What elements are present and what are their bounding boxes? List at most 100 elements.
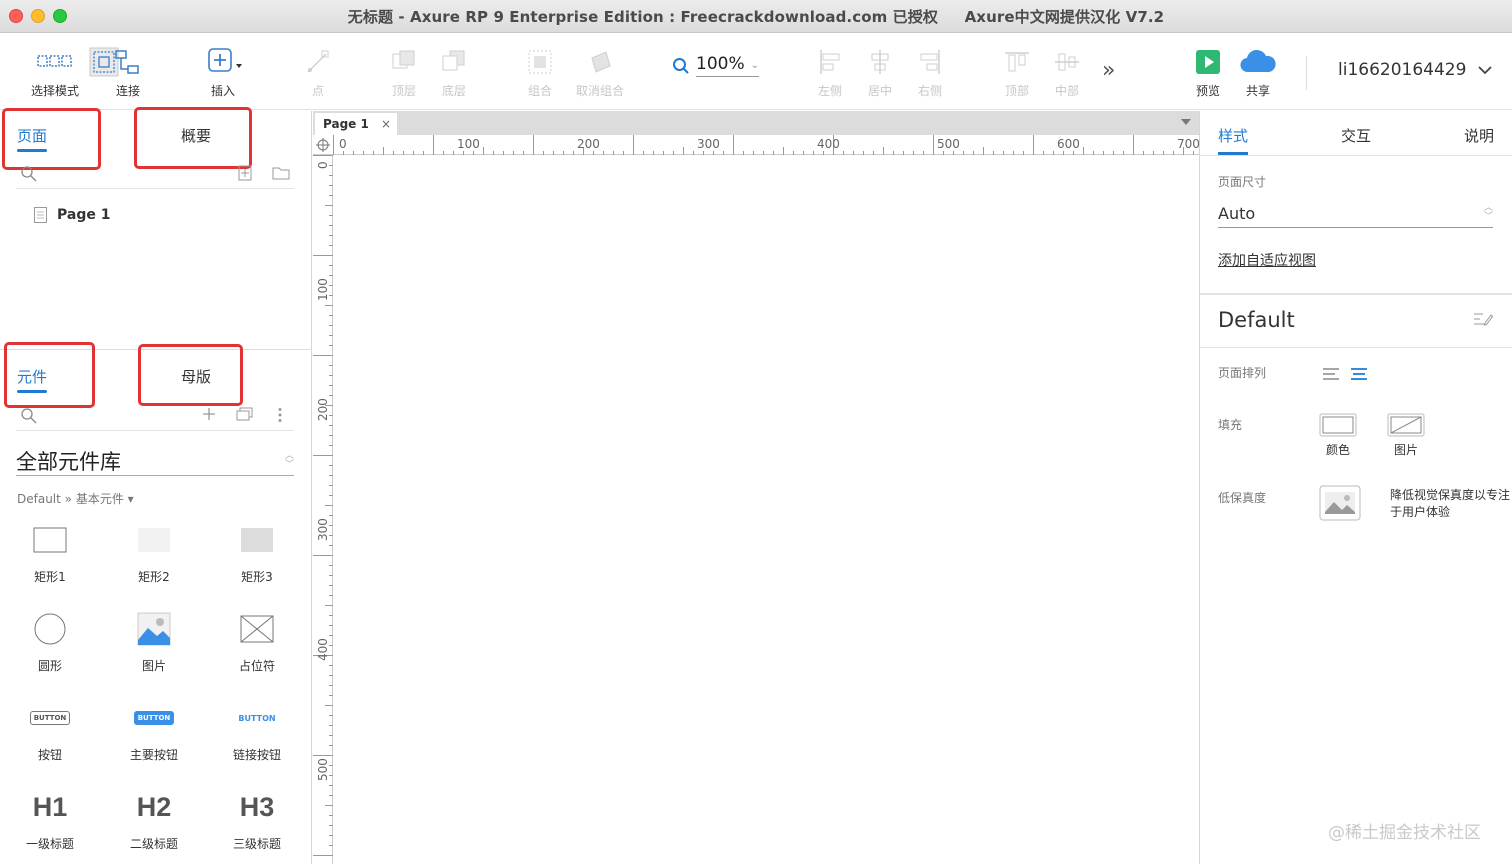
tab-notes[interactable]: 说明 (1464, 111, 1494, 155)
rectangle-filled-gray-icon (240, 520, 274, 560)
minimize-window-button[interactable] (31, 9, 45, 23)
align-left-label: 左侧 (817, 84, 842, 98)
design-canvas[interactable] (334, 156, 1199, 864)
bring-front-icon (390, 46, 418, 78)
group-button[interactable]: 组合 (510, 34, 570, 110)
add-library-icon[interactable] (202, 407, 216, 421)
maximize-window-button[interactable] (53, 9, 67, 23)
connect-button[interactable]: 连接 (98, 34, 158, 110)
library-select[interactable]: 全部元件库 ︿ ﹀ (16, 446, 294, 476)
ruler-horizontal: 0 100 200 300 400 500 600 700 (313, 135, 1200, 155)
widget-button[interactable]: BUTTON 按钮 (5, 698, 95, 778)
widget-rectangle2[interactable]: 矩形2 (109, 520, 199, 600)
send-to-back-button[interactable]: 底层 (424, 34, 484, 110)
point-button[interactable]: 点 (288, 34, 348, 110)
color-swatch-icon (1319, 413, 1357, 437)
zoom-select[interactable]: 100% ⌄ (672, 54, 759, 77)
page-size-select[interactable]: Auto ︿ ﹀ (1218, 204, 1493, 228)
align-right-button[interactable]: 右侧 (900, 34, 960, 110)
tab-interaction[interactable]: 交互 (1341, 111, 1371, 155)
fill-label: 填充 (1218, 418, 1243, 432)
library-path[interactable]: Default » 基本元件 ▾ (17, 490, 134, 507)
search-icon[interactable] (20, 407, 38, 425)
add-adaptive-view-link[interactable]: 添加自适应视图 (1218, 250, 1316, 270)
zoom-value: 100% (696, 54, 759, 77)
widget-rectangle3[interactable]: 矩形3 (212, 520, 302, 600)
right-panel: 样式 交互 说明 页面尺寸 Auto ︿ ﹀ 添加自适应视图 Default 页面… (1199, 111, 1512, 864)
ungroup-label: 取消组合 (575, 84, 624, 98)
page-tabs-strip: Page 1 × (313, 111, 1199, 135)
fill-image-button[interactable]: 图片 (1387, 413, 1425, 458)
widget-placeholder[interactable]: 占位符 (212, 609, 302, 689)
page-list-item[interactable]: Page 1 (34, 207, 110, 223)
low-fidelity-image-icon[interactable] (1319, 485, 1361, 521)
chevron-down-icon (1478, 66, 1493, 75)
toolbar-divider (1306, 56, 1307, 90)
tab-dropdown-icon[interactable] (1181, 119, 1191, 125)
edit-style-icon[interactable] (1473, 311, 1493, 327)
widget-label: 按钮 (37, 748, 62, 762)
add-page-icon[interactable] (238, 165, 252, 181)
insert-label: 插入 (210, 84, 235, 98)
insert-button[interactable]: 插入 (193, 34, 253, 110)
section-divider (1200, 293, 1512, 295)
link-button-icon: BUTTON (238, 698, 275, 738)
close-icon[interactable]: × (381, 113, 391, 135)
circle-icon (33, 609, 67, 649)
widget-circle[interactable]: 圆形 (5, 609, 95, 689)
widget-label: 占位符 (238, 659, 275, 673)
send-back-icon (440, 46, 468, 78)
heading1-icon: H1 (32, 791, 68, 822)
ungroup-button[interactable]: 取消组合 (570, 34, 630, 110)
heading3-icon: H3 (239, 791, 275, 822)
ruler-origin-icon[interactable] (316, 138, 330, 152)
widget-rectangle1[interactable]: 矩形1 (5, 520, 95, 600)
share-button[interactable]: 共享 (1228, 34, 1288, 110)
share-label: 共享 (1245, 84, 1270, 98)
widget-primary-button[interactable]: BUTTON 主要按钮 (109, 698, 199, 778)
page-tab-label: Page 1 (323, 117, 369, 131)
more-vertical-icon[interactable] (278, 407, 282, 423)
widget-link-button[interactable]: BUTTON 链接按钮 (212, 698, 302, 778)
widget-heading3[interactable]: H3 三级标题 (212, 787, 302, 867)
ruler-label: 400 (316, 638, 330, 661)
pages-tool-row (16, 161, 294, 189)
ruler-vertical: 0 100 200 300 400 500 (313, 155, 333, 864)
align-left-icon[interactable] (1322, 367, 1340, 381)
connect-icon (114, 46, 142, 78)
widget-label: 矩形3 (241, 570, 273, 584)
widget-image[interactable]: 图片 (109, 609, 199, 689)
fill-image-label: 图片 (1393, 443, 1418, 457)
search-icon[interactable] (20, 165, 38, 183)
add-folder-icon[interactable] (272, 165, 290, 181)
widget-heading1[interactable]: H1 一级标题 (5, 787, 95, 867)
more-tools-icon[interactable]: » (1102, 58, 1115, 83)
align-top-label: 顶部 (1004, 84, 1029, 98)
widget-heading2[interactable]: H2 二级标题 (109, 787, 199, 867)
point-icon (304, 46, 332, 78)
tab-style[interactable]: 样式 (1218, 111, 1249, 155)
fill-color-button[interactable]: 颜色 (1319, 413, 1357, 458)
widget-label: 二级标题 (129, 837, 178, 851)
ruler-label: 0 (316, 161, 330, 169)
page-size-value: Auto (1218, 204, 1256, 223)
widget-label: 圆形 (37, 659, 62, 673)
align-middle-button[interactable]: 中部 (1037, 34, 1097, 110)
page-tab[interactable]: Page 1 × (315, 113, 397, 135)
highlight-box-masters (138, 344, 243, 406)
low-fidelity-description: 降低视觉保真度以专注于用户体验 (1390, 488, 1511, 519)
left-panel: 页面 概要 Page 1 元件 母版 全部元件库 ︿ ﹀ Default » 基本… (0, 107, 312, 867)
insert-plus-icon (203, 46, 243, 78)
align-middle-label: 中部 (1054, 84, 1079, 98)
ruler-label: 700 (1177, 137, 1200, 151)
ungroup-icon (586, 46, 614, 78)
user-menu[interactable]: li16620164429 (1338, 60, 1493, 80)
widget-label: 主要按钮 (129, 748, 178, 762)
ruler-label: 400 (817, 137, 840, 151)
close-window-button[interactable] (9, 9, 23, 23)
library-stack-icon[interactable] (236, 407, 254, 421)
window-title: 无标题 - Axure RP 9 Enterprise Edition : Fr… (347, 7, 1165, 26)
ruler-label: 200 (577, 137, 600, 151)
align-center-icon[interactable] (1350, 367, 1368, 381)
group-icon (526, 46, 554, 78)
